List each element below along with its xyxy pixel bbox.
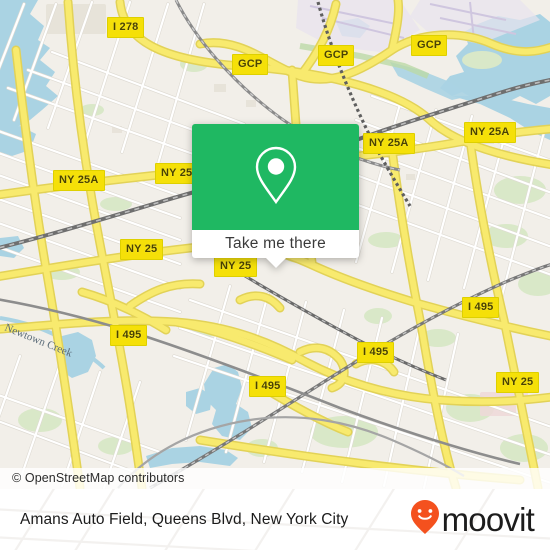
road-shield: NY 25A [464, 122, 516, 143]
popup-footer[interactable]: Take me there [192, 230, 359, 268]
moovit-pin-smile-icon [410, 499, 440, 540]
map-attribution: © OpenStreetMap contributors [0, 468, 550, 489]
road-shield: GCP [318, 45, 355, 66]
take-me-there-label[interactable]: Take me there [225, 235, 326, 253]
map-pin-icon [253, 145, 299, 210]
place-caption: Amans Auto Field, Queens Blvd, New York … [20, 510, 349, 528]
moovit-wordmark: moovit [441, 501, 535, 538]
road-shield: NY 25 [214, 256, 258, 277]
popup-header [192, 124, 359, 230]
road-shield: I 495 [462, 297, 500, 318]
road-shield: NY 25A [363, 133, 415, 154]
road-shield: GCP [411, 35, 448, 56]
road-shield: NY 25A [53, 170, 105, 191]
road-shield: GCP [232, 54, 269, 75]
road-shield: I 495 [357, 342, 395, 363]
road-shield: I 495 [249, 376, 287, 397]
location-popup-card[interactable]: Take me there [192, 124, 359, 268]
moovit-map-screenshot: Newtown Creek I 278 GCP GCP GCP NY 25A NY 25A… [0, 0, 550, 550]
road-shield: NY 25 [120, 239, 164, 260]
road-shield: I 495 [110, 325, 148, 346]
road-shield: NY 25 [496, 372, 540, 393]
moovit-logo: moovit [410, 499, 535, 540]
caption-bar: Amans Auto Field, Queens Blvd, New York … [0, 489, 550, 550]
popup-pointer-tail [264, 257, 287, 268]
road-shield: I 278 [107, 17, 145, 38]
